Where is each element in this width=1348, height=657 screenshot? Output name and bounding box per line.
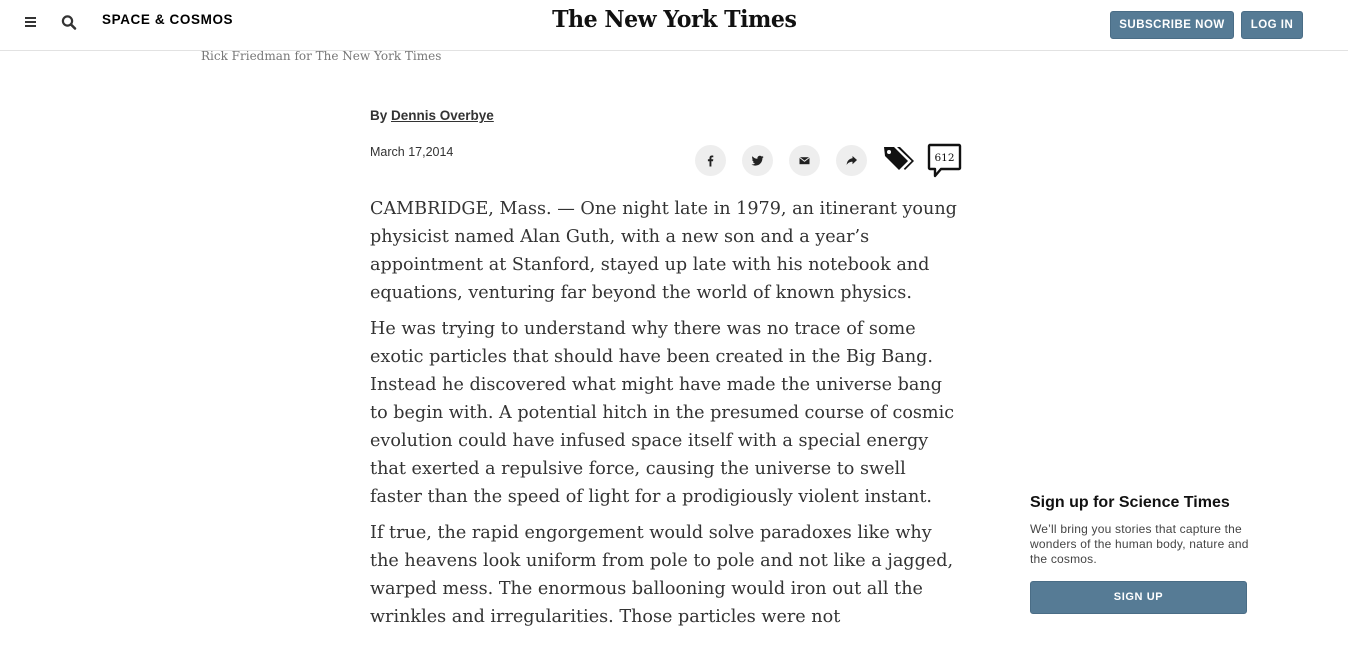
publish-date: March 17,2014 (370, 145, 454, 159)
newsletter-signup: Sign up for Science Times We’ll bring yo… (1030, 494, 1250, 614)
signup-button[interactable]: SIGN UP (1030, 581, 1247, 614)
photo-credit: Rick Friedman for The New York Times (201, 49, 442, 63)
facebook-icon (707, 155, 714, 167)
twitter-share-button[interactable] (742, 145, 773, 176)
twitter-icon (751, 155, 764, 166)
email-icon (799, 157, 810, 165)
site-header: SPACE & COSMOS The New York Times SUBSCR… (0, 0, 1348, 51)
share-arrow-icon (846, 156, 857, 165)
subscribe-button[interactable]: SUBSCRIBE NOW (1110, 11, 1234, 39)
article-paragraph: CAMBRIDGE, Mass. — One night late in 197… (370, 199, 957, 303)
tags-icon (884, 147, 914, 170)
article-paragraph: If true, the rapid engorgement would sol… (370, 523, 954, 627)
article-body: CAMBRIDGE, Mass. — One night late in 197… (370, 195, 960, 639)
comments-button[interactable]: 612 (927, 143, 962, 179)
comments-count: 612 (934, 152, 955, 164)
email-share-button[interactable] (789, 145, 820, 176)
login-button[interactable]: LOG IN (1241, 11, 1303, 39)
author-link[interactable]: Dennis Overbye (391, 108, 494, 123)
more-share-button[interactable] (836, 145, 867, 176)
tags-button[interactable] (881, 144, 915, 172)
article-paragraph: He was trying to understand why there wa… (370, 319, 955, 507)
signup-title: Sign up for Science Times (1030, 494, 1230, 511)
signup-description: We’ll bring you stories that capture the… (1030, 522, 1249, 566)
facebook-share-button[interactable] (695, 145, 726, 176)
byline: By Dennis Overbye (370, 108, 494, 123)
